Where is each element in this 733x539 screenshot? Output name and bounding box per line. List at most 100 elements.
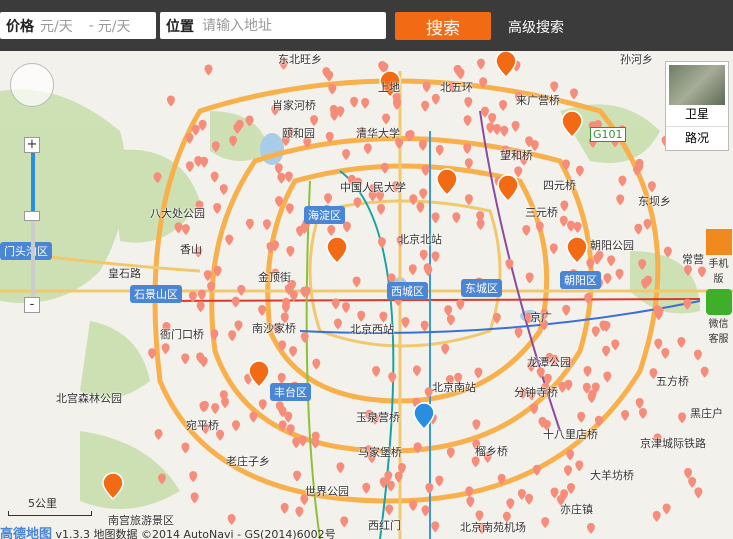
listing-pin[interactable] — [289, 346, 298, 358]
listing-pin[interactable] — [435, 475, 444, 487]
listing-pin[interactable] — [421, 100, 430, 112]
listing-pin[interactable] — [486, 122, 495, 134]
listing-pin[interactable] — [566, 220, 575, 232]
listing-pin[interactable] — [567, 482, 576, 494]
listing-pin[interactable] — [237, 284, 246, 296]
listing-pin[interactable] — [342, 149, 351, 161]
listing-pin[interactable] — [564, 465, 573, 477]
listing-pin[interactable] — [446, 314, 455, 326]
listing-pin[interactable] — [324, 193, 333, 205]
listing-pin[interactable] — [602, 345, 611, 357]
listing-pin[interactable] — [331, 298, 340, 310]
listing-pin[interactable] — [615, 268, 624, 280]
listing-pin[interactable] — [234, 320, 243, 332]
listing-pin[interactable] — [245, 218, 254, 230]
listing-pin[interactable] — [647, 181, 656, 193]
listing-pin[interactable] — [385, 504, 394, 516]
location-input[interactable] — [200, 16, 364, 35]
listing-pin[interactable] — [559, 215, 568, 227]
listing-pin[interactable] — [382, 113, 391, 125]
wechat-icon[interactable] — [705, 289, 732, 315]
cluster-marker[interactable] — [497, 174, 519, 203]
listing-pin[interactable] — [511, 120, 520, 132]
listing-pin[interactable] — [700, 366, 709, 378]
listing-pin[interactable] — [621, 409, 630, 421]
listing-pin[interactable] — [191, 124, 200, 136]
listing-pin[interactable] — [530, 403, 539, 415]
listing-pin[interactable] — [352, 276, 361, 288]
listing-pin[interactable] — [228, 330, 237, 342]
listing-pin[interactable] — [435, 144, 444, 156]
listing-pin[interactable] — [280, 502, 289, 514]
listing-pin[interactable] — [575, 460, 584, 472]
listing-pin[interactable] — [575, 165, 584, 177]
listing-pin[interactable] — [603, 371, 612, 383]
listing-pin[interactable] — [661, 348, 670, 360]
listing-pin[interactable] — [463, 115, 472, 127]
listing-pin[interactable] — [662, 503, 671, 515]
price-min-input[interactable]: 元/天 — [40, 16, 73, 36]
satellite-button[interactable]: 卫星 — [666, 105, 728, 122]
listing-pin[interactable] — [514, 327, 523, 339]
listing-pin[interactable] — [213, 202, 222, 214]
listing-pin[interactable] — [464, 194, 473, 206]
listing-pin[interactable] — [204, 64, 213, 76]
listing-pin[interactable] — [607, 255, 616, 267]
listing-pin[interactable] — [353, 197, 362, 209]
satellite-thumbnail[interactable] — [669, 65, 725, 105]
cluster-marker[interactable] — [248, 360, 270, 389]
listing-pin[interactable] — [341, 302, 350, 314]
listing-pin[interactable] — [377, 203, 386, 215]
listing-pin[interactable] — [262, 219, 271, 231]
listing-pin[interactable] — [386, 480, 395, 492]
listing-pin[interactable] — [464, 96, 473, 108]
listing-pin[interactable] — [446, 447, 455, 459]
pan-control[interactable] — [10, 63, 54, 107]
listing-pin[interactable] — [363, 143, 372, 155]
mobile-version-label[interactable]: 手机版 — [704, 255, 733, 285]
listing-pin[interactable] — [688, 476, 697, 488]
listing-pin[interactable] — [219, 184, 228, 196]
listing-pin[interactable] — [677, 336, 686, 348]
listing-pin[interactable] — [311, 437, 320, 449]
listing-pin[interactable] — [412, 365, 421, 377]
listing-pin[interactable] — [424, 265, 433, 277]
listing-pin[interactable] — [380, 162, 389, 174]
zoom-in-button[interactable]: + — [24, 137, 40, 153]
listing-pin[interactable] — [181, 224, 190, 236]
listing-pin[interactable] — [499, 100, 508, 112]
cluster-marker[interactable] — [495, 51, 517, 79]
listing-pin[interactable] — [409, 194, 418, 206]
listing-pin[interactable] — [441, 343, 450, 355]
listing-pin[interactable] — [541, 517, 550, 529]
listing-pin[interactable] — [464, 158, 473, 170]
listing-pin[interactable] — [189, 471, 198, 483]
listing-pin[interactable] — [638, 407, 647, 419]
listing-pin[interactable] — [452, 212, 461, 224]
listing-pin[interactable] — [431, 212, 440, 224]
listing-pin[interactable] — [285, 203, 294, 215]
listing-pin[interactable] — [422, 81, 431, 93]
listing-pin[interactable] — [522, 224, 531, 236]
qr-code-icon[interactable] — [705, 229, 732, 255]
listing-pin[interactable] — [197, 289, 206, 301]
listing-pin[interactable] — [148, 348, 157, 360]
listing-pin[interactable] — [480, 106, 489, 118]
listing-pin[interactable] — [181, 353, 190, 365]
listing-pin[interactable] — [190, 492, 199, 504]
listing-pin[interactable] — [154, 429, 163, 441]
listing-pin[interactable] — [634, 223, 643, 235]
advanced-search-link[interactable]: 高级搜索 — [508, 17, 564, 37]
listing-pin[interactable] — [566, 449, 575, 461]
listing-pin[interactable] — [200, 156, 209, 168]
listing-pin[interactable] — [514, 166, 523, 178]
listing-pin[interactable] — [678, 412, 687, 424]
listing-pin[interactable] — [325, 70, 334, 82]
listing-pin[interactable] — [550, 487, 559, 499]
listing-pin[interactable] — [181, 442, 190, 454]
listing-pin[interactable] — [421, 165, 430, 177]
listing-pin[interactable] — [463, 143, 472, 155]
listing-pin[interactable] — [166, 95, 175, 107]
listing-pin[interactable] — [286, 245, 295, 257]
listing-pin[interactable] — [185, 132, 194, 144]
